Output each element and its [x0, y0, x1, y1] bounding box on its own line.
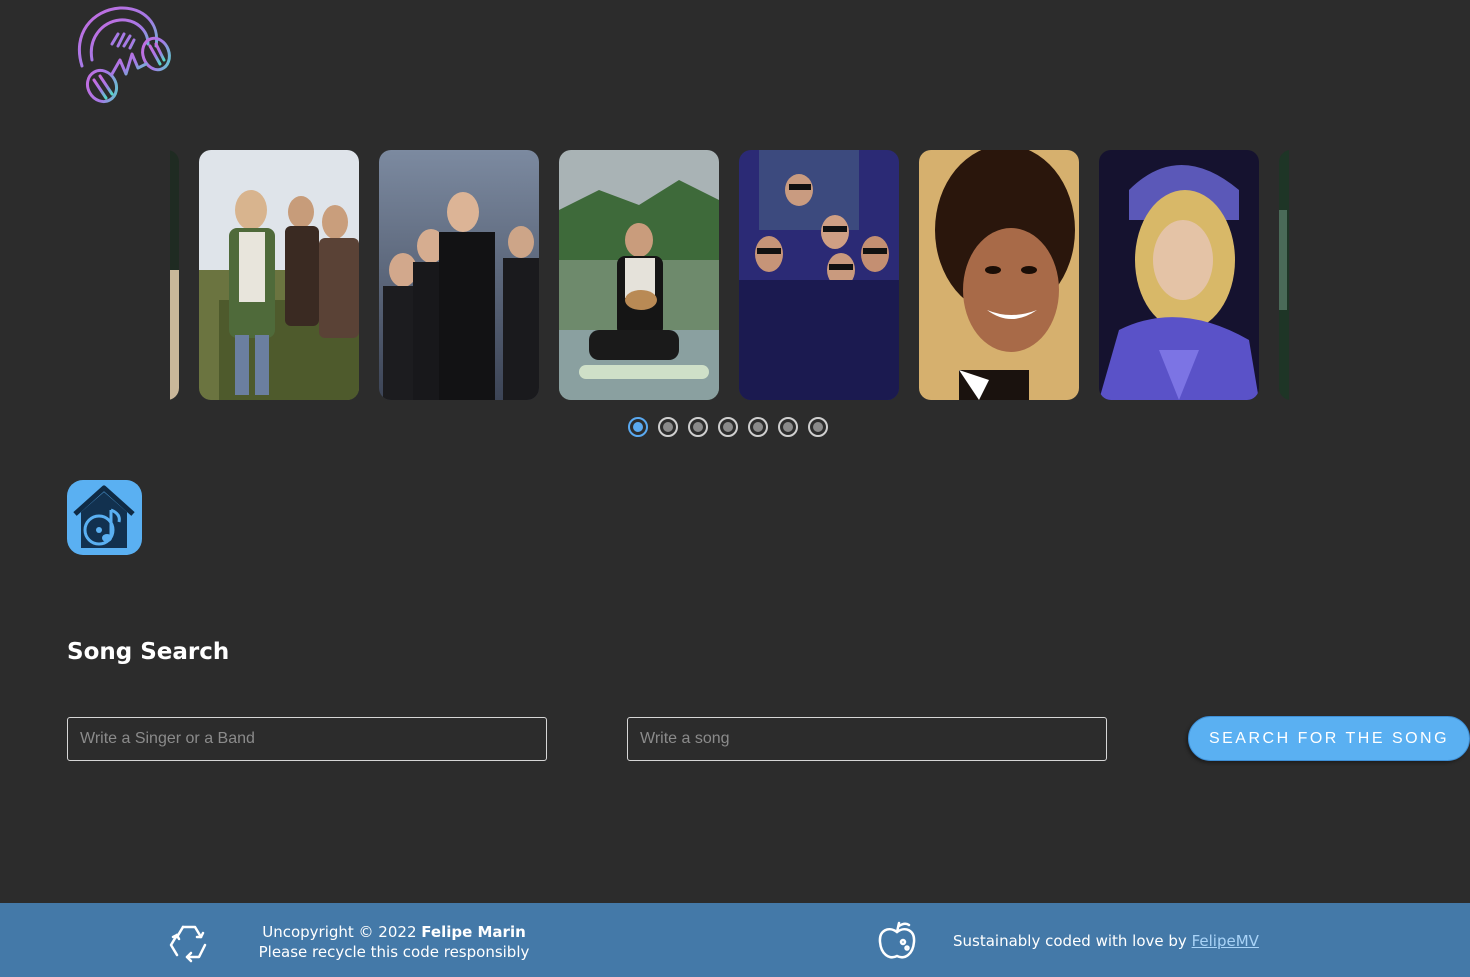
carousel-dot-2[interactable]: [658, 417, 678, 437]
carousel-dot-4[interactable]: [718, 417, 738, 437]
author-link[interactable]: FelipeMV: [1192, 932, 1259, 950]
carousel-slide-coldplay[interactable]: [379, 150, 539, 400]
carousel-dot-6[interactable]: [778, 417, 798, 437]
headphones-logo-icon[interactable]: [72, 4, 176, 104]
recycle-icon: [167, 921, 211, 963]
recycle-note: Please recycle this code responsibly: [258, 943, 530, 961]
carousel-slide-michael-jackson[interactable]: [919, 150, 1079, 400]
credit-line: Sustainably coded with love by FelipeMV: [953, 932, 1259, 950]
carousel-slide-nirvana[interactable]: [199, 150, 359, 400]
search-song-button[interactable]: Search for the song: [1188, 716, 1470, 761]
song-input[interactable]: [627, 717, 1107, 761]
carousel-slide[interactable]: [1279, 150, 1289, 400]
carousel-dot-3[interactable]: [688, 417, 708, 437]
home-music-icon[interactable]: [67, 480, 142, 555]
copyright-text: Uncopyright © 2022: [262, 923, 417, 941]
carousel-slide[interactable]: [170, 150, 179, 400]
artist-carousel[interactable]: [170, 150, 1289, 400]
carousel-slide-eddie-vedder[interactable]: [559, 150, 719, 400]
footer: Uncopyright © 2022 Felipe Marin Please r…: [0, 903, 1470, 977]
song-search-title: Song Search: [67, 639, 230, 665]
carousel-dot-7[interactable]: [808, 417, 828, 437]
singer-input[interactable]: [67, 717, 547, 761]
carousel-slide-metallica[interactable]: [739, 150, 899, 400]
apple-icon: [877, 920, 917, 962]
credit-text: Sustainably coded with love by: [953, 932, 1187, 950]
carousel-dot-5[interactable]: [748, 417, 768, 437]
copyright-block: Uncopyright © 2022 Felipe Marin Please r…: [240, 922, 548, 962]
author-name: Felipe Marin: [421, 923, 526, 941]
carousel-pagination: [628, 417, 828, 437]
carousel-dot-1[interactable]: [628, 417, 648, 437]
carousel-slide-madonna[interactable]: [1099, 150, 1259, 400]
